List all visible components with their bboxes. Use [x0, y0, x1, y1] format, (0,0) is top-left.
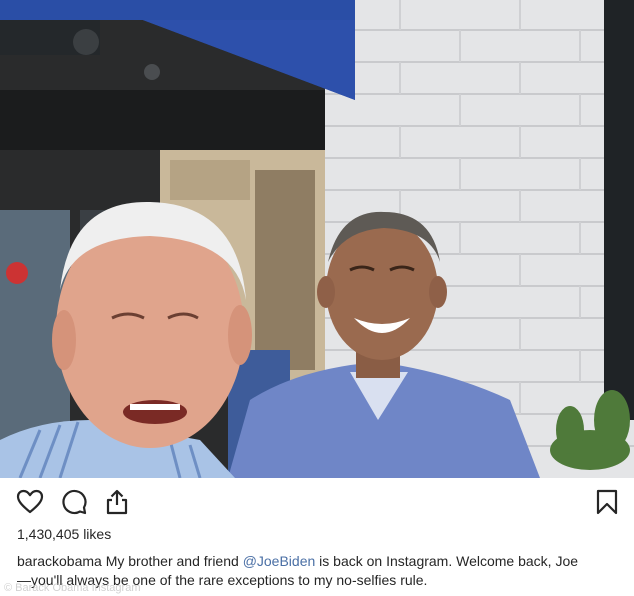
- photo-credit-watermark: © Barack Obama Instagram: [4, 582, 141, 594]
- comment-button[interactable]: [60, 488, 88, 516]
- bookmark-icon: [596, 489, 618, 515]
- caption-text: My brother and friend: [105, 553, 239, 569]
- like-button[interactable]: [16, 488, 44, 516]
- action-bar: [0, 478, 634, 524]
- like-count-suffix: likes: [83, 526, 112, 542]
- caption-text-continued: is back on Instagram. Welcome back, Joe: [319, 553, 579, 569]
- caption-mention-link[interactable]: @JoeBiden: [243, 553, 316, 569]
- share-icon: [106, 489, 128, 515]
- instagram-post: 1,430,405 likes barackobama My brother a…: [0, 0, 634, 596]
- selfie-image: [0, 0, 634, 478]
- like-count[interactable]: 1,430,405 likes: [17, 526, 111, 542]
- caption-username[interactable]: barackobama: [17, 553, 102, 569]
- post-photo[interactable]: [0, 0, 634, 478]
- heart-icon: [16, 489, 44, 514]
- comment-icon: [62, 489, 87, 515]
- save-button[interactable]: [593, 488, 621, 516]
- like-count-number: 1,430,405: [17, 526, 80, 542]
- share-button[interactable]: [103, 488, 131, 516]
